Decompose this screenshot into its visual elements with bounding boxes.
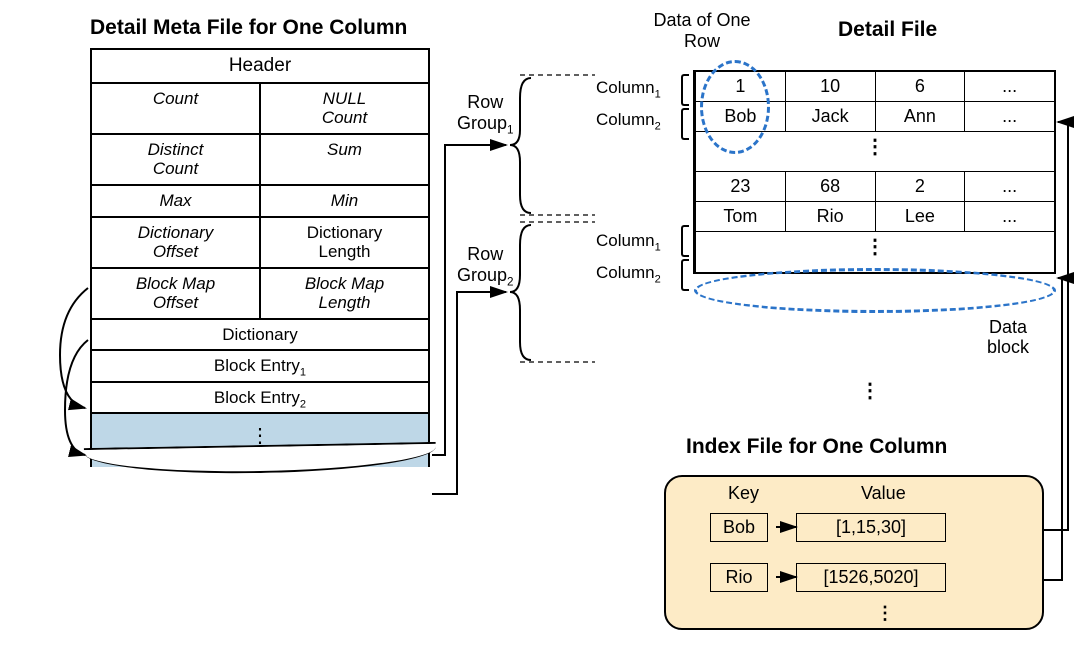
meta-dict-length: Dictionary Length xyxy=(259,218,428,267)
index-row-2: Rio [1526,5020] xyxy=(710,563,946,592)
cell: Ann xyxy=(876,102,966,131)
key-header: Key xyxy=(728,483,759,504)
cell: 6 xyxy=(876,72,966,101)
detail-row-4: Tom Rio Lee ... xyxy=(696,202,1054,232)
cell: Lee xyxy=(876,202,966,231)
meta-block-entry-1: Block Entry1 xyxy=(92,351,428,381)
detail-gap-2: ⋮ xyxy=(696,232,1054,272)
meta-min: Min xyxy=(259,186,428,216)
meta-dictionary: Dictionary xyxy=(92,320,428,350)
cell: Rio xyxy=(786,202,876,231)
cell: 10 xyxy=(786,72,876,101)
index-title: Index File for One Column xyxy=(686,435,947,459)
index-row-1: Bob [1,15,30] xyxy=(710,513,946,542)
detail-row-2: Bob Jack Ann ... xyxy=(696,102,1054,132)
meta-header: Header xyxy=(92,50,428,82)
cell: 23 xyxy=(696,172,786,201)
detail-row-3: 23 68 2 ... xyxy=(696,172,1054,202)
row-group-2-label: Row Group2 xyxy=(457,244,514,286)
col-labels-1: Column1 Column2 xyxy=(596,74,661,138)
meta-blockmap-length: Block Map Length xyxy=(259,269,428,318)
index-key-1: Bob xyxy=(710,513,768,542)
detail-title: Detail File xyxy=(838,18,937,42)
data-block-label: Data block xyxy=(987,318,1029,358)
bracket-icon xyxy=(681,108,689,140)
detail-row-1: 1 10 6 ... xyxy=(696,72,1054,102)
index-val-2: [1526,5020] xyxy=(796,563,946,592)
cell: ... xyxy=(965,102,1054,131)
meta-null-count: NULL Count xyxy=(259,84,428,133)
index-file-box: Key Value Bob [1,15,30] Rio [1526,5020] … xyxy=(664,475,1044,630)
cell: ... xyxy=(965,72,1054,101)
col-labels-2: Column1 Column2 xyxy=(596,227,661,291)
bracket-icon xyxy=(681,259,689,291)
cell: Jack xyxy=(786,102,876,131)
bracket-icon xyxy=(681,74,689,106)
meta-sum: Sum xyxy=(259,135,428,184)
index-dots: ⋮ xyxy=(876,603,894,624)
meta-distinct: Distinct Count xyxy=(92,135,259,184)
meta-count: Count xyxy=(92,84,259,133)
cell: 68 xyxy=(786,172,876,201)
meta-ellipsis: ⋮ xyxy=(92,414,428,479)
cell: 1 xyxy=(696,72,786,101)
meta-title: Detail Meta File for One Column xyxy=(90,16,407,40)
cell: ... xyxy=(965,202,1054,231)
detail-dots-below: ⋮ xyxy=(860,378,880,403)
index-val-1: [1,15,30] xyxy=(796,513,946,542)
cell: Tom xyxy=(696,202,786,231)
cell: 2 xyxy=(876,172,966,201)
row-highlight-oval xyxy=(694,268,1056,313)
row-group-1-label: Row Group1 xyxy=(457,92,514,134)
meta-max: Max xyxy=(92,186,259,216)
bracket-icon xyxy=(681,225,689,257)
detail-file: 1 10 6 ... Bob Jack Ann ... ⋮ 23 68 2 ..… xyxy=(693,70,1056,274)
meta-blockmap-offset: Block Map Offset xyxy=(92,269,259,318)
index-key-2: Rio xyxy=(710,563,768,592)
cell: Bob xyxy=(696,102,786,131)
detail-gap-1: ⋮ xyxy=(696,132,1054,172)
meta-block-entry-2: Block Entry2 xyxy=(92,383,428,413)
meta-file-table: Header Count NULL Count Distinct Count S… xyxy=(90,48,430,481)
meta-dict-offset: Dictionary Offset xyxy=(92,218,259,267)
value-header: Value xyxy=(861,483,906,504)
data-of-one-row-label: Data of One Row xyxy=(642,10,762,52)
cell: ... xyxy=(965,172,1054,201)
